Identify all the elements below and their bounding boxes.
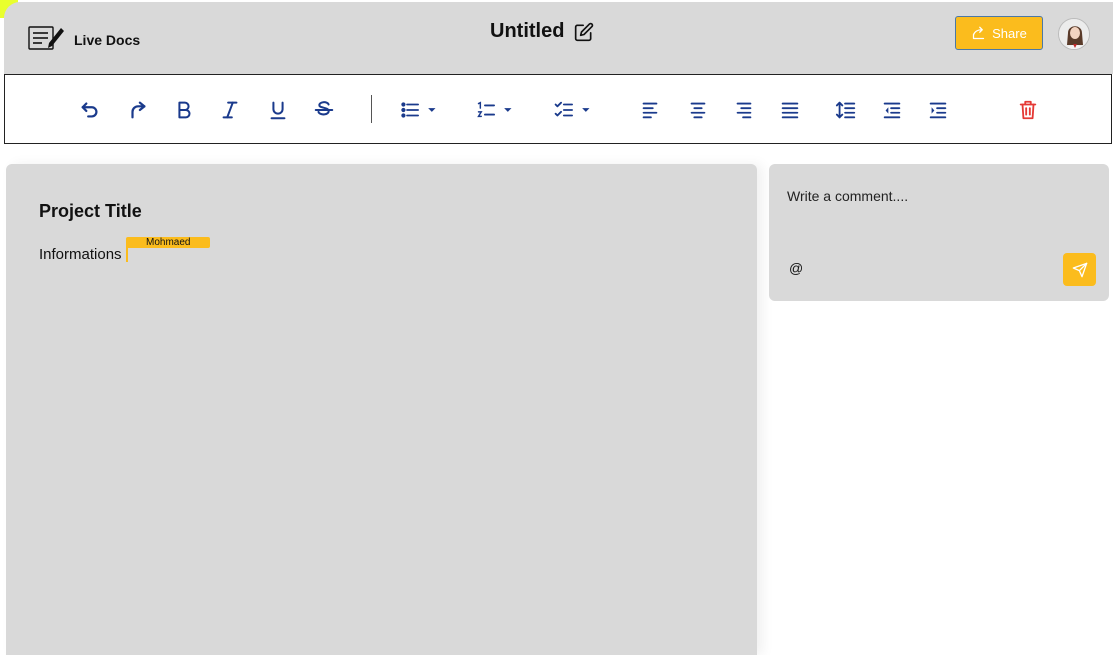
- notepad-pencil-icon: [28, 26, 64, 50]
- document-title-area: Untitled: [490, 20, 594, 43]
- indent-button[interactable]: [925, 97, 951, 123]
- mention-button[interactable]: @: [789, 260, 803, 276]
- bullet-list-icon: [401, 102, 436, 118]
- line-height-icon: [835, 101, 856, 119]
- align-justify-icon: [781, 102, 799, 119]
- italic-button[interactable]: [217, 97, 243, 123]
- app-name: Live Docs: [74, 32, 141, 48]
- bullet-list-button[interactable]: [395, 97, 443, 123]
- outdent-icon: [883, 102, 901, 119]
- undo-icon: [81, 102, 98, 118]
- strikethrough-button[interactable]: [311, 97, 337, 123]
- document-heading[interactable]: Project Title: [39, 201, 142, 222]
- app-logo[interactable]: Live Docs: [28, 26, 140, 52]
- line-height-button[interactable]: [833, 97, 859, 123]
- align-right-icon: [736, 102, 752, 119]
- document-paragraph[interactable]: Informations: [39, 246, 122, 263]
- italic-icon: [222, 101, 238, 119]
- user-avatar[interactable]: [1058, 18, 1090, 50]
- trash-icon: [1019, 100, 1037, 120]
- edit-pencil-icon[interactable]: [574, 22, 594, 42]
- bold-icon: [178, 101, 191, 119]
- send-comment-button[interactable]: [1063, 253, 1096, 286]
- checklist-icon: [554, 101, 590, 117]
- align-left-button[interactable]: [637, 97, 663, 123]
- redo-button[interactable]: [125, 97, 151, 123]
- underline-icon: [270, 101, 286, 120]
- underline-button[interactable]: [265, 97, 291, 123]
- outdent-button[interactable]: [879, 97, 905, 123]
- app-header: Live Docs Untitled Share: [4, 2, 1113, 74]
- indent-icon: [929, 102, 947, 119]
- share-button[interactable]: Share: [955, 16, 1043, 50]
- align-center-icon: [690, 102, 706, 119]
- avatar-image: [1059, 19, 1089, 49]
- collaborator-name-label: Mohmaed: [126, 237, 211, 248]
- checklist-button[interactable]: [549, 97, 597, 123]
- strikethrough-icon: [314, 101, 334, 116]
- redo-icon: [131, 101, 146, 119]
- document-editor[interactable]: Project Title Informations Mohmaed: [6, 164, 757, 655]
- comment-input[interactable]: [787, 188, 1047, 204]
- share-icon: [973, 26, 985, 39]
- bold-button[interactable]: [171, 97, 197, 123]
- document-title[interactable]: Untitled: [490, 20, 564, 43]
- numbered-list-icon: [477, 101, 512, 118]
- formatting-toolbar: [4, 74, 1112, 144]
- align-center-button[interactable]: [685, 97, 711, 123]
- toolbar-separator: [371, 95, 372, 123]
- align-right-button[interactable]: [731, 97, 757, 123]
- align-justify-button[interactable]: [777, 97, 803, 123]
- delete-button[interactable]: [1015, 97, 1041, 123]
- send-icon: [1072, 262, 1087, 277]
- comment-panel: @: [769, 164, 1109, 301]
- share-label: Share: [992, 25, 1027, 41]
- undo-button[interactable]: [77, 97, 103, 123]
- align-left-icon: [642, 102, 658, 119]
- numbered-list-button[interactable]: [471, 97, 519, 123]
